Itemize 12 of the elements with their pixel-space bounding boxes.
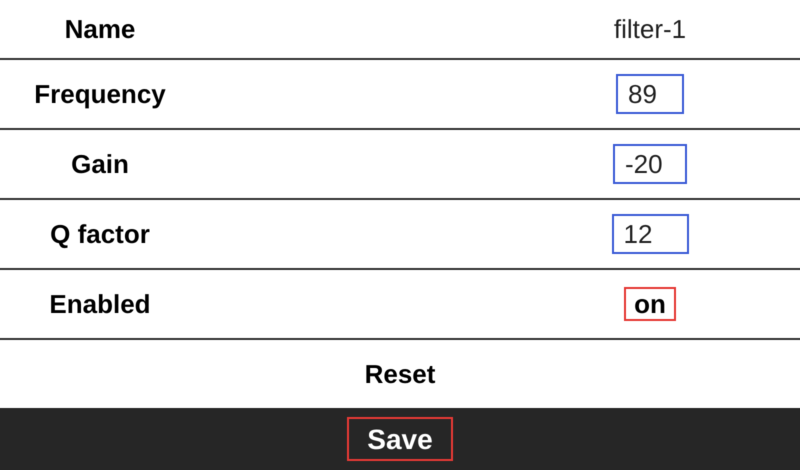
number-field[interactable]: 12 <box>612 214 688 254</box>
number-field[interactable]: -20 <box>613 144 687 184</box>
number-field[interactable]: 89 <box>616 74 684 114</box>
name-value: filter-1 <box>614 12 686 46</box>
reset-button[interactable]: Reset <box>364 354 436 394</box>
field-label: Name <box>64 12 136 46</box>
field-label: Q factor <box>50 218 150 250</box>
toggle-button[interactable]: on <box>624 287 676 321</box>
field-label: Frequency <box>34 78 166 110</box>
field-label: Enabled <box>49 288 151 320</box>
save-button[interactable]: Save <box>347 417 453 461</box>
field-label: Gain <box>71 148 129 180</box>
